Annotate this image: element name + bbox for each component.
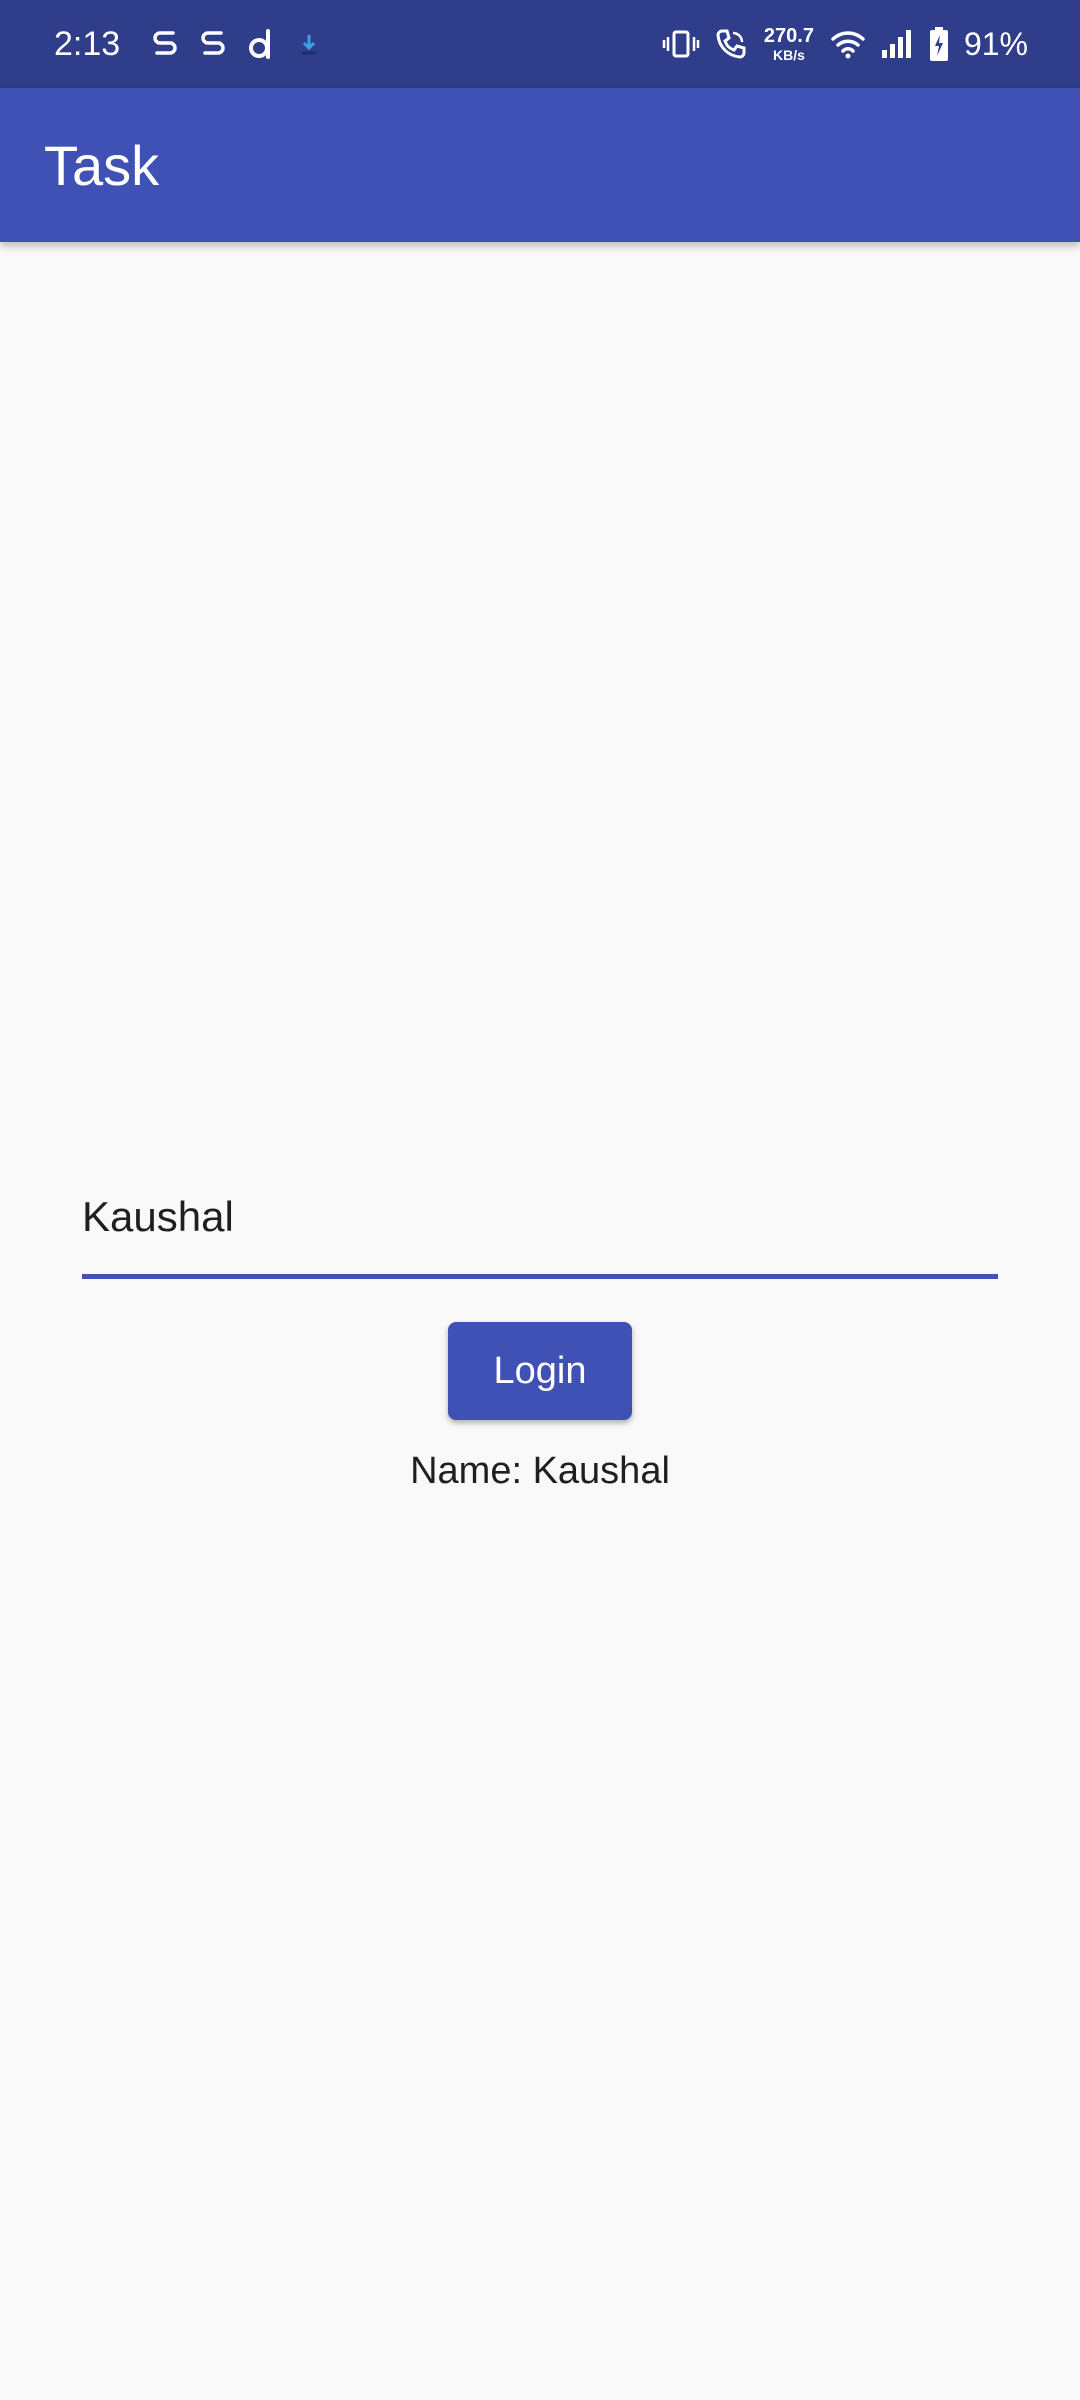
login-button[interactable]: Login [448, 1322, 632, 1420]
vibrate-icon [662, 27, 700, 61]
call-icon [714, 27, 748, 61]
wifi-icon [830, 28, 866, 60]
app-bar: Task [0, 88, 1080, 242]
name-field-underline [82, 1274, 998, 1279]
battery-percent: 91% [963, 25, 1028, 62]
name-field[interactable] [82, 1160, 998, 1280]
status-time: 2:13 [54, 25, 121, 63]
download-icon [294, 24, 324, 64]
system-icons: 270.7 KB/s 91% [662, 18, 1028, 70]
notification-icons [150, 20, 324, 68]
notification-s-icon [150, 24, 180, 64]
network-speed-value: 270.7 [763, 25, 814, 47]
notification-s-icon [198, 24, 228, 64]
name-result-text: Name: Kaushal [410, 1450, 670, 1492]
notification-d-icon [246, 24, 276, 64]
app-title: Task [44, 134, 160, 197]
signal-icon [880, 28, 914, 60]
battery-charging-icon [928, 26, 950, 62]
network-speed-unit: KB/s [773, 47, 805, 63]
name-input[interactable] [82, 1160, 998, 1274]
network-speed: 270.7 KB/s [762, 26, 816, 62]
status-bar: 2:13 270.7 KB/s 91% [0, 0, 1080, 88]
